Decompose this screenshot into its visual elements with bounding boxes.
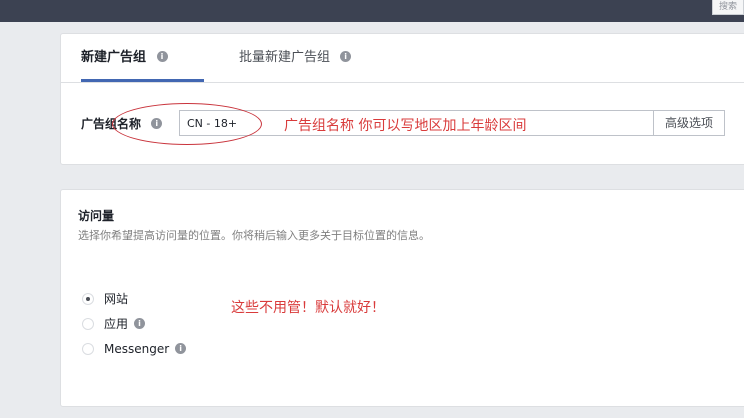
info-icon[interactable]: i [175, 343, 187, 354]
radio-option-website[interactable]: 网站 [82, 291, 128, 307]
tab-bulk-create-ad-set-label: 批量新建广告组 [239, 50, 331, 65]
section-title: 访问量 [78, 209, 115, 223]
radio-button[interactable] [82, 342, 94, 355]
info-icon[interactable]: i [134, 318, 146, 329]
radio-label-app: 应用 [104, 317, 129, 331]
annotation-circle [112, 103, 262, 145]
tab-divider [61, 82, 744, 83]
radio-option-app[interactable]: 应用 i [82, 316, 146, 332]
left-gutter [0, 22, 60, 418]
top-search-button[interactable]: 搜索 [712, 0, 744, 15]
info-icon[interactable]: i [340, 51, 352, 62]
advanced-options-button[interactable]: 高级选项 [653, 111, 724, 135]
tab-create-ad-set-label: 新建广告组 [81, 50, 147, 65]
annotation-traffic: 这些不用管！默认就好！ [231, 300, 385, 316]
radio-option-messenger[interactable]: Messenger i [82, 341, 187, 357]
ad-set-name-card: 新建广告组 i 批量新建广告组 i 广告组名称 i 高级选项 广告组名称 你可以… [60, 33, 744, 165]
tab-create-ad-set[interactable]: 新建广告组 i [81, 34, 203, 82]
info-icon[interactable]: i [156, 51, 168, 62]
radio-label-messenger: Messenger [104, 342, 170, 356]
annotation-ad-set-name: 广告组名称 你可以写地区加上年龄区间 [284, 118, 527, 134]
radio-label-website: 网站 [104, 292, 129, 306]
radio-button-selected[interactable] [82, 292, 94, 305]
tab-bulk-create-ad-set[interactable]: 批量新建广告组 i [239, 34, 352, 82]
radio-button[interactable] [82, 317, 94, 330]
top-navigation-bar: 搜索 [0, 0, 744, 22]
traffic-card: 访问量 选择你希望提高访问量的位置。你将稍后输入更多关于目标位置的信息。 网站 … [60, 189, 744, 407]
section-description: 选择你希望提高访问量的位置。你将稍后输入更多关于目标位置的信息。 [78, 229, 430, 242]
